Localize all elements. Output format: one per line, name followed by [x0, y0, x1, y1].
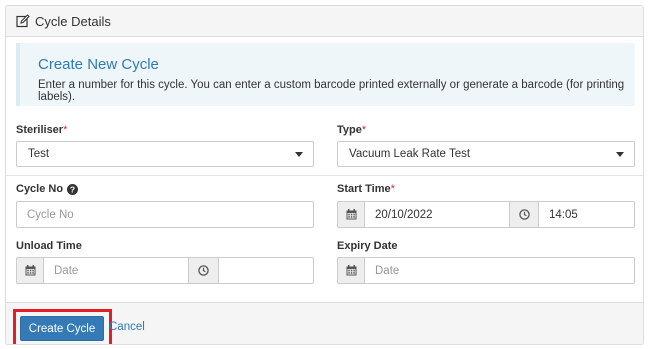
unload-time-label: Unload Time: [16, 240, 82, 252]
type-value: Vacuum Leak Rate Test: [349, 148, 471, 160]
cycle-no-label-text: Cycle No: [16, 183, 64, 195]
type-select[interactable]: Vacuum Leak Rate Test: [337, 141, 635, 167]
steriliser-select[interactable]: Test: [16, 141, 314, 167]
start-date-value: 20/10/2022: [375, 208, 433, 221]
steriliser-label-text: Steriliser: [16, 124, 64, 136]
start-date-input[interactable]: 20/10/2022: [364, 201, 510, 228]
cycle-details-panel: Cycle Details Create New Cycle Enter a n…: [5, 5, 644, 345]
unload-date-input[interactable]: Date: [43, 257, 189, 284]
steriliser-label: Steriliser*: [16, 124, 67, 136]
calendar-icon[interactable]: [337, 257, 365, 284]
svg-text:?: ?: [70, 184, 75, 194]
start-time-label: Start Time*: [337, 183, 395, 195]
create-cycle-button[interactable]: Create Cycle: [20, 316, 104, 341]
clock-icon[interactable]: [188, 257, 219, 284]
steriliser-value: Test: [28, 148, 50, 160]
required-mark: *: [63, 124, 68, 136]
clock-icon[interactable]: [509, 201, 539, 228]
unload-date-placeholder: Date: [54, 264, 79, 277]
start-time-label-text: Start Time: [337, 183, 391, 195]
start-time-value: 14:05: [549, 208, 578, 221]
required-mark: *: [361, 124, 367, 136]
panel-footer: Create Cycle Cancel: [6, 302, 643, 344]
cancel-link[interactable]: Cancel: [109, 321, 145, 333]
caret-down-icon: [295, 152, 303, 157]
divider: [6, 175, 643, 176]
start-time-input[interactable]: 14:05: [538, 201, 635, 228]
type-label: Type*: [337, 124, 366, 136]
calendar-icon[interactable]: [16, 257, 44, 284]
calendar-icon[interactable]: [337, 201, 365, 228]
alert-title: Create New Cycle: [38, 56, 159, 73]
expiry-date-label: Expiry Date: [337, 240, 398, 252]
cycle-no-label: Cycle No ?: [16, 183, 79, 195]
cycle-no-input[interactable]: Cycle No: [16, 201, 314, 228]
unload-time-input[interactable]: [218, 257, 314, 284]
alert-text: Enter a number for this cycle. You can e…: [38, 79, 625, 103]
type-label-text: Type: [337, 124, 362, 136]
panel-title: Cycle Details: [35, 13, 111, 29]
required-mark: *: [390, 183, 395, 195]
cycle-no-placeholder: Cycle No: [27, 208, 74, 221]
edit-icon: [16, 14, 30, 28]
expiry-date-input[interactable]: Date: [364, 257, 635, 284]
caret-down-icon: [616, 152, 624, 157]
expiry-date-placeholder: Date: [375, 264, 400, 277]
panel-heading: Cycle Details: [6, 6, 643, 37]
info-alert: Create New Cycle Enter a number for this…: [16, 43, 635, 106]
question-circle-icon[interactable]: ?: [67, 183, 79, 195]
